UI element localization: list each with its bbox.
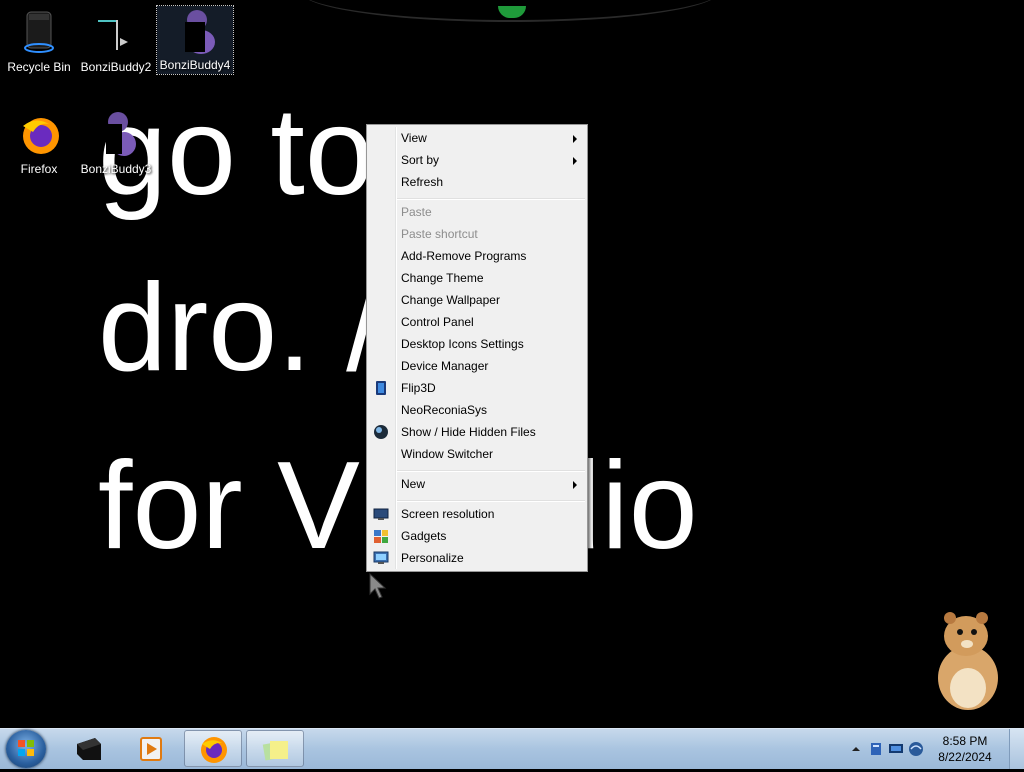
menu-separator — [397, 198, 585, 200]
menu-item-label: Paste — [401, 205, 432, 219]
menu-item-device-manager[interactable]: Device Manager — [369, 355, 585, 377]
menu-item-label: New — [401, 477, 426, 491]
flip3d-icon — [376, 381, 386, 395]
menu-item-label: Sort by — [401, 153, 440, 167]
menu-item-neoreconiasys[interactable]: NeoReconiaSys — [369, 399, 585, 421]
media-player-icon — [140, 737, 162, 761]
menu-item-window-switcher[interactable]: Window Switcher — [369, 443, 585, 465]
menu-item-label: Change Theme — [401, 271, 484, 285]
menu-item-paste-shortcut: Paste shortcut — [369, 223, 585, 245]
globe-icon — [374, 425, 388, 439]
menu-item-change-wallpaper[interactable]: Change Wallpaper — [369, 289, 585, 311]
menu-item-label: Device Manager — [401, 359, 489, 373]
desktop-icon-bonzibuddy4[interactable]: BonziBuddy4 — [156, 5, 234, 75]
menu-item-label: Add-Remove Programs — [401, 249, 527, 263]
menu-separator — [397, 500, 585, 502]
terminal-icon — [77, 738, 101, 760]
menu-item-label: Control Panel — [401, 315, 474, 329]
menu-item-sort-by[interactable]: Sort by — [369, 149, 585, 171]
menu-item-label: Refresh — [401, 175, 444, 189]
taskbar-pinned-sticky-notes[interactable] — [246, 730, 304, 767]
taskbar-pinned-terminal[interactable] — [60, 730, 118, 767]
sticky-notes-icon — [262, 741, 288, 761]
icon-label: BonziBuddy4 — [159, 58, 231, 72]
submenu-arrow-icon — [573, 481, 577, 489]
firefox-icon — [15, 110, 63, 158]
menu-item-desktop-icons-settings[interactable]: Desktop Icons Settings — [369, 333, 585, 355]
menu-item-view[interactable]: View — [369, 127, 585, 149]
menu-item-personalize[interactable]: Personalize — [369, 547, 585, 569]
menu-item-add-remove-programs[interactable]: Add-Remove Programs — [369, 245, 585, 267]
bonzibuddy-icon — [92, 8, 140, 56]
mouse-cursor-icon — [369, 572, 387, 599]
menu-item-label: Personalize — [401, 551, 464, 565]
taskbar-pinned-media-player[interactable] — [122, 730, 180, 767]
menu-item-flip3d[interactable]: Flip3D — [369, 377, 585, 399]
windows-logo-icon — [18, 740, 34, 756]
menu-item-label: Desktop Icons Settings — [401, 337, 524, 351]
desktop-context-menu: View Sort by Refresh Paste Paste shortcu… — [366, 124, 588, 572]
menu-item-label: Paste shortcut — [401, 227, 478, 241]
menu-separator — [397, 470, 585, 472]
desktop-icon-firefox[interactable]: Firefox — [1, 110, 77, 176]
taskbar-pinned-firefox[interactable] — [184, 730, 242, 767]
system-tray: 8:58 PM 8/22/2024 — [834, 729, 1024, 769]
menu-item-new[interactable]: New — [369, 473, 585, 495]
recycle-bin-icon — [15, 8, 63, 56]
menu-item-label: Flip3D — [401, 381, 436, 395]
menu-item-label: NeoReconiaSys — [401, 403, 488, 417]
gadgets-icon — [374, 530, 388, 543]
menu-item-screen-resolution[interactable]: Screen resolution — [369, 503, 585, 525]
taskbar-clock[interactable]: 8:58 PM 8/22/2024 — [930, 733, 1000, 765]
submenu-arrow-icon — [573, 157, 577, 165]
submenu-arrow-icon — [573, 135, 577, 143]
firefox-icon — [201, 737, 227, 763]
bonzibuddy-icon — [92, 110, 140, 158]
menu-item-control-panel[interactable]: Control Panel — [369, 311, 585, 333]
clock-time: 8:58 PM — [942, 734, 988, 748]
start-button[interactable] — [6, 730, 46, 768]
menu-item-label: Window Switcher — [401, 447, 494, 461]
menu-item-paste: Paste — [369, 201, 585, 223]
taskbar: 8:58 PM 8/22/2024 — [0, 728, 1024, 769]
screen-resolution-icon — [373, 508, 389, 520]
menu-item-label: Change Wallpaper — [401, 293, 500, 307]
icon-label: Firefox — [20, 162, 58, 176]
clock-date: 8/22/2024 — [938, 750, 992, 764]
desktop-icon-bonzibuddy2[interactable]: BonziBuddy2 — [78, 8, 154, 74]
personalize-icon — [373, 551, 389, 564]
menu-item-refresh[interactable]: Refresh — [369, 171, 585, 193]
icon-label: BonziBuddy2 — [80, 60, 152, 74]
menu-item-label: Show / Hide Hidden Files — [401, 425, 536, 439]
show-desktop-button[interactable] — [1009, 729, 1024, 769]
menu-item-label: Screen resolution — [401, 507, 495, 521]
bonzibuddy-icon — [171, 6, 219, 54]
menu-item-change-theme[interactable]: Change Theme — [369, 267, 585, 289]
icon-label: BonziBuddy3 — [80, 162, 152, 176]
display-icon[interactable] — [888, 741, 904, 757]
menu-item-label: View — [401, 131, 427, 145]
desktop-icon-bonzibuddy3[interactable]: BonziBuddy3 — [78, 110, 154, 176]
hamster-mascot-icon — [938, 612, 998, 710]
desktop-icon-recycle-bin[interactable]: Recycle Bin — [1, 8, 77, 74]
icon-label: Recycle Bin — [7, 60, 71, 74]
network-icon[interactable] — [908, 741, 924, 757]
action-center-icon[interactable] — [868, 741, 884, 757]
menu-item-gadgets[interactable]: Gadgets — [369, 525, 585, 547]
menu-item-show-hide-hidden-files[interactable]: Show / Hide Hidden Files — [369, 421, 585, 443]
show-hidden-icons-chevron-icon[interactable] — [848, 741, 864, 757]
menu-item-label: Gadgets — [401, 529, 447, 543]
